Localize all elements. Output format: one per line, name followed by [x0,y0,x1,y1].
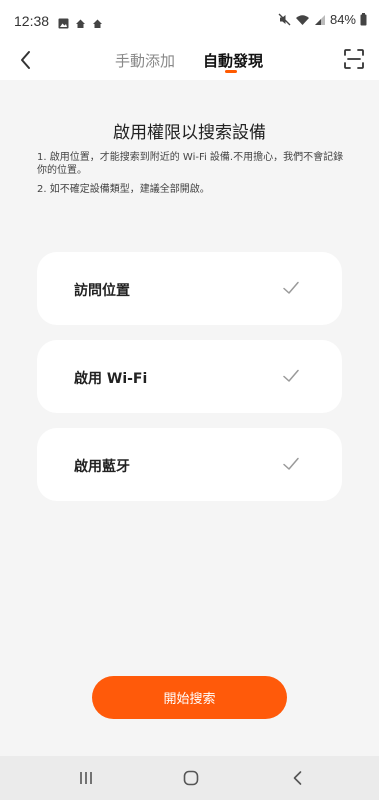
signal-icon [314,14,326,26]
app-notification-icon [75,14,86,33]
back-icon[interactable] [290,770,306,790]
permission-card-location[interactable]: 訪問位置 [37,252,342,325]
check-icon [282,279,300,297]
permission-label: 訪問位置 [74,283,130,299]
tip-location: 1. 啟用位置，才能搜索到附近的 Wi-Fi 設備.不用擔心，我們不會記錄你的位… [37,152,344,176]
start-search-button[interactable]: 開始搜索 [92,676,287,719]
status-time: 12:38 [14,13,50,29]
recent-apps-icon[interactable] [78,770,94,790]
scan-icon[interactable] [343,48,365,70]
wifi-icon [295,14,310,26]
system-nav-bar [0,756,379,800]
header-bar: 手動添加 自動發現 [0,40,379,80]
permission-card-wifi[interactable]: 啟用 Wi-Fi [37,340,342,413]
tab-auto-discover[interactable]: 自動發現 [203,50,263,71]
tip-device-type: 2. 如不確定設備類型，建議全部開啟。 [37,184,210,195]
battery-icon [360,13,367,26]
check-icon [282,455,300,473]
check-icon [282,367,300,385]
permission-label: 啟用藍牙 [74,459,130,475]
permission-card-bluetooth[interactable]: 啟用藍牙 [37,428,342,501]
back-chevron-icon[interactable] [14,48,38,72]
tab-manual-add[interactable]: 手動添加 [115,50,175,71]
app-notification-icon [92,14,103,33]
status-bar: 12:38 84% [0,0,379,40]
active-tab-indicator [225,70,237,73]
page-title: 啟用權限以搜索設備 [113,123,266,143]
permission-label: 啟用 Wi-Fi [74,371,148,387]
home-icon[interactable] [183,770,199,790]
gallery-icon [58,14,69,33]
battery-percent: 84% [329,12,356,27]
mute-icon [278,13,291,26]
